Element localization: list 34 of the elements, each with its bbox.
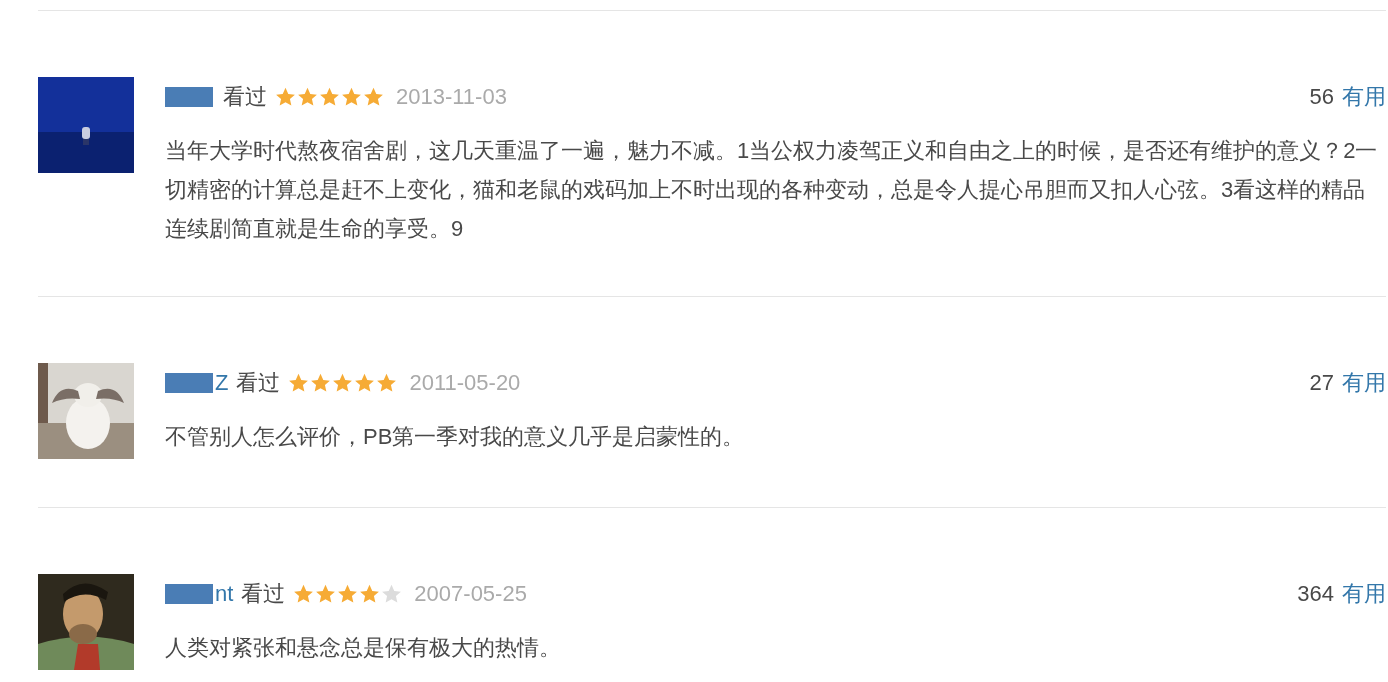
star-icon bbox=[319, 87, 340, 107]
vote-count: 364 bbox=[1297, 580, 1334, 608]
star-icon bbox=[275, 87, 296, 107]
comment-text: 当年大学时代熬夜宿舍剧，这几天重温了一遍，魅力不减。1当公权力凌驾正义和自由之上的时候，是否还有维护的意义？2一切精密的计算总是赶不上变化，猫和老鼠的戏码加上不时出现的各种变动，总是令人提心吊胆而又扣人心弦。3看这样的精品连续剧简直就是生命的享受。9 bbox=[165, 137, 1379, 243]
useful-link[interactable]: 有用 bbox=[1342, 574, 1386, 614]
status-label: 看过 bbox=[236, 369, 281, 397]
status-label: 看过 bbox=[241, 580, 286, 608]
redaction-mark bbox=[165, 373, 213, 393]
star-icon bbox=[354, 373, 376, 393]
comment-date: 2007-05-25 bbox=[414, 580, 527, 608]
username-link[interactable]: nt bbox=[215, 574, 234, 614]
star-icon bbox=[332, 373, 354, 393]
star-icon bbox=[363, 87, 384, 107]
comment-date: 2011-05-20 bbox=[409, 369, 521, 397]
star-icon bbox=[359, 584, 381, 604]
star-icon bbox=[315, 584, 337, 604]
star-icon bbox=[341, 87, 362, 107]
comment-text: 人类对紧张和悬念总是保有极大的热情。 bbox=[165, 634, 562, 662]
redaction-mark bbox=[165, 87, 213, 107]
star-icon bbox=[310, 373, 332, 393]
star-icon bbox=[337, 584, 359, 604]
star-icon bbox=[297, 87, 318, 107]
star-icon bbox=[288, 373, 310, 393]
comment-date: 2013-11-03 bbox=[396, 83, 507, 111]
redaction-mark bbox=[165, 584, 213, 604]
comment-text: 不管别人怎么评价，PB第一季对我的意义几乎是启蒙性的。 bbox=[165, 423, 746, 451]
star-icon bbox=[293, 584, 315, 604]
useful-link[interactable]: 有用 bbox=[1342, 363, 1386, 403]
status-label: 看过 bbox=[223, 83, 267, 111]
vote-count: 56 bbox=[1309, 83, 1334, 111]
vote-count: 27 bbox=[1309, 369, 1334, 397]
useful-link[interactable]: 有用 bbox=[1342, 77, 1386, 117]
star-icon bbox=[376, 373, 398, 393]
username-link[interactable]: Z bbox=[215, 363, 229, 403]
